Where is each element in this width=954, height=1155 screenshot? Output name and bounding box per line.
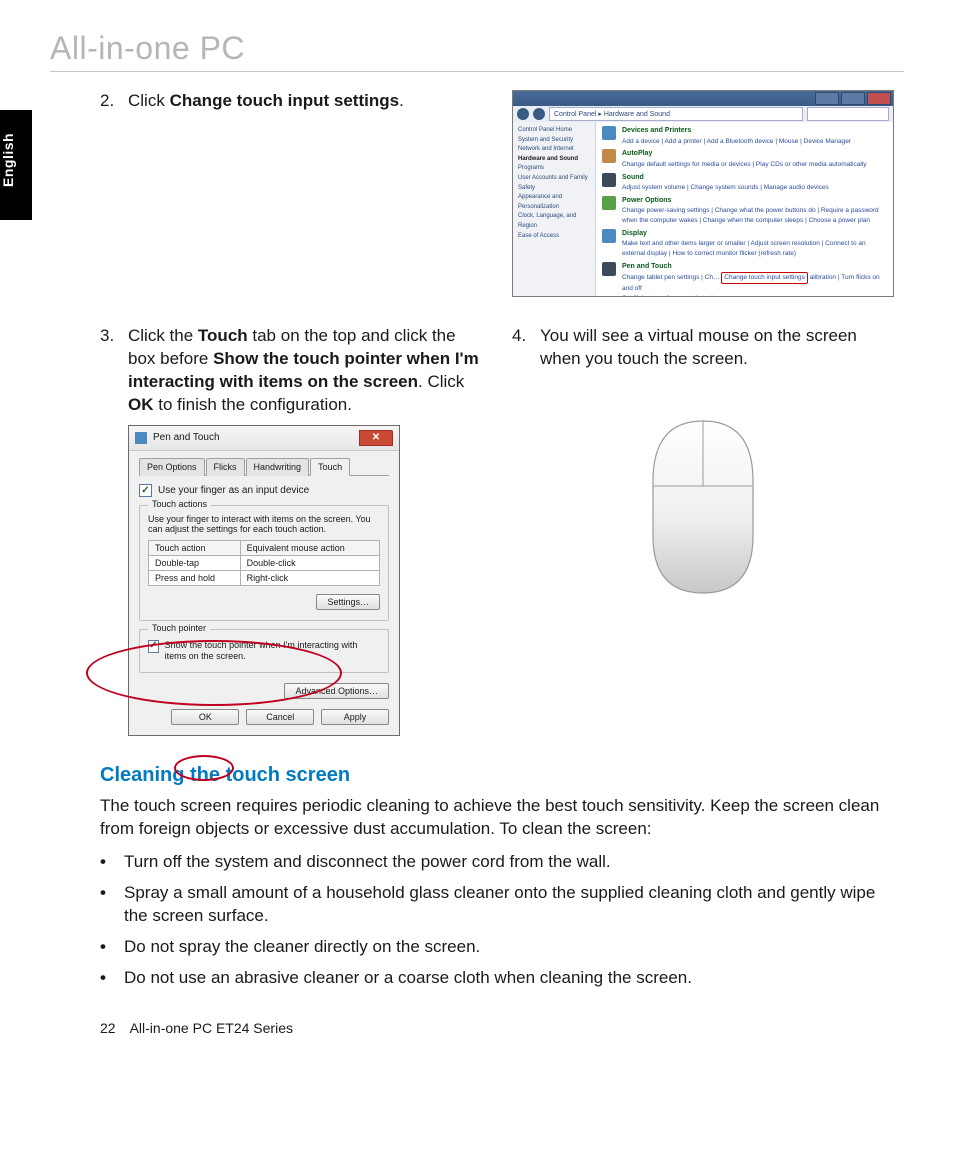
dialog-title: Pen and Touch	[153, 432, 220, 443]
window-titlebar	[513, 91, 893, 106]
list-item: •Do not spray the cleaner directly on th…	[100, 936, 894, 959]
virtual-mouse-illustration	[633, 411, 773, 601]
tabs: Pen Options Flicks Handwriting Touch	[139, 457, 389, 476]
sidebar-item[interactable]: Ease of Access	[518, 233, 559, 239]
highlighted-link[interactable]: Change touch input settings	[721, 272, 808, 284]
checkbox-label: Show the touch pointer when I'm interact…	[165, 640, 380, 663]
sidebar-item[interactable]: Clock, Language, and Region	[518, 213, 576, 229]
bullet-list: •Turn off the system and disconnect the …	[100, 851, 894, 990]
group-touch-actions: Touch actions Use your finger to interac…	[139, 505, 389, 621]
section-paragraph: The touch screen requires periodic clean…	[100, 795, 894, 841]
checkbox-finger-input[interactable]: ✓ Use your finger as an input device	[139, 484, 389, 497]
minimize-button[interactable]	[815, 92, 839, 105]
step-body: Click the Touch tab on the top and click…	[128, 325, 482, 417]
category-display: DisplayMake text and other items larger …	[602, 229, 887, 259]
screenshot-control-panel: Control Panel ▸ Hardware and Sound Contr…	[512, 90, 894, 297]
tab-pen-options[interactable]: Pen Options	[139, 458, 205, 476]
display-icon	[602, 229, 616, 243]
nav-forward-icon[interactable]	[533, 108, 545, 120]
group-label: Touch pointer	[148, 623, 210, 633]
step-number: 4.	[512, 325, 540, 348]
close-button[interactable]	[867, 92, 891, 105]
language-tab: English	[0, 110, 32, 220]
sidebar-item[interactable]: Programs	[518, 165, 544, 171]
sidebar-item[interactable]: User Accounts and Family Safety	[518, 175, 588, 191]
close-icon[interactable]: ✕	[359, 430, 393, 446]
bullet-icon: •	[100, 882, 124, 905]
category-pen-touch: Pen and TouchChange tablet pen settings …	[602, 262, 887, 297]
category-sound: SoundAdjust system volume | Change syste…	[602, 173, 887, 193]
table-row[interactable]: Press and holdRight-click	[149, 570, 380, 585]
page-number: 22	[100, 1020, 116, 1036]
list-item: •Turn off the system and disconnect the …	[100, 851, 894, 874]
address-bar: Control Panel ▸ Hardware and Sound	[513, 106, 893, 122]
dialog-titlebar: Pen and Touch ✕	[129, 426, 399, 451]
table-row[interactable]: Double-tapDouble-click	[149, 555, 380, 570]
breadcrumb[interactable]: Control Panel ▸ Hardware and Sound	[549, 107, 803, 121]
main-panel: Devices and PrintersAdd a device | Add a…	[596, 122, 893, 297]
apply-button[interactable]: Apply	[321, 709, 389, 725]
maximize-button[interactable]	[841, 92, 865, 105]
pen-touch-icon	[135, 432, 147, 444]
page-footer: 22 All-in-one PC ET24 Series	[0, 998, 954, 1060]
cancel-button[interactable]: Cancel	[246, 709, 314, 725]
dialog-buttons: OK Cancel Apply	[139, 699, 389, 725]
bullet-icon: •	[100, 967, 124, 990]
sidebar-item-active[interactable]: Hardware and Sound	[518, 156, 578, 162]
printer-icon	[602, 126, 616, 140]
step-body: Click Change touch input settings.	[128, 90, 482, 113]
tab-handwriting[interactable]: Handwriting	[246, 458, 310, 476]
series-name: All-in-one PC ET24 Series	[130, 1020, 293, 1036]
table-header: Touch action	[149, 540, 241, 555]
sidebar-item[interactable]: System and Security	[518, 137, 573, 143]
touch-actions-table: Touch actionEquivalent mouse action Doub…	[148, 540, 380, 586]
list-item: •Do not use an abrasive cleaner or a coa…	[100, 967, 894, 990]
category-devices-printers: Devices and PrintersAdd a device | Add a…	[602, 126, 887, 146]
bullet-icon: •	[100, 851, 124, 874]
group-description: Use your finger to interact with items o…	[148, 514, 380, 534]
step-number: 2.	[100, 90, 128, 113]
advanced-options-button[interactable]: Advanced Options…	[284, 683, 389, 699]
screenshot-pen-and-touch: Pen and Touch ✕ Pen Options Flicks Handw…	[128, 425, 400, 737]
sidebar-item[interactable]: Network and Internet	[518, 146, 574, 152]
sidebar-home[interactable]: Control Panel Home	[518, 127, 572, 133]
header-rule	[50, 71, 904, 72]
step-body: You will see a virtual mouse on the scre…	[540, 325, 894, 371]
checkbox-label: Use your finger as an input device	[158, 485, 309, 496]
sidebar-item[interactable]: Appearance and Personalization	[518, 194, 562, 210]
section-heading-cleaning: Cleaning the touch screen	[100, 764, 894, 787]
nav-back-icon[interactable]	[517, 108, 529, 120]
power-icon	[602, 196, 616, 210]
page-title: All-in-one PC	[50, 30, 954, 71]
bullet-icon: •	[100, 936, 124, 959]
ok-button[interactable]: OK	[171, 709, 239, 725]
sound-icon	[602, 173, 616, 187]
step-3: 3. Click the Touch tab on the top and cl…	[100, 325, 482, 417]
step-number: 3.	[100, 325, 128, 348]
checkbox-icon[interactable]: ✓	[139, 484, 152, 497]
category-autoplay: AutoPlayChange default settings for medi…	[602, 149, 887, 169]
group-touch-pointer: Touch pointer ✓ Show the touch pointer w…	[139, 629, 389, 674]
list-item: •Spray a small amount of a household gla…	[100, 882, 894, 928]
settings-button[interactable]: Settings…	[316, 594, 380, 610]
step-2: 2. Click Change touch input settings.	[100, 90, 482, 113]
sidebar: Control Panel Home System and Security N…	[513, 122, 596, 297]
pen-icon	[602, 262, 616, 276]
category-power: Power OptionsChange power-saving setting…	[602, 196, 887, 226]
group-label: Touch actions	[148, 499, 211, 509]
step-4: 4. You will see a virtual mouse on the s…	[512, 325, 894, 371]
search-input[interactable]	[807, 107, 889, 121]
autoplay-icon	[602, 149, 616, 163]
tab-touch[interactable]: Touch	[310, 458, 350, 476]
tab-flicks[interactable]: Flicks	[206, 458, 245, 476]
table-header: Equivalent mouse action	[240, 540, 379, 555]
checkbox-icon[interactable]: ✓	[148, 640, 159, 653]
